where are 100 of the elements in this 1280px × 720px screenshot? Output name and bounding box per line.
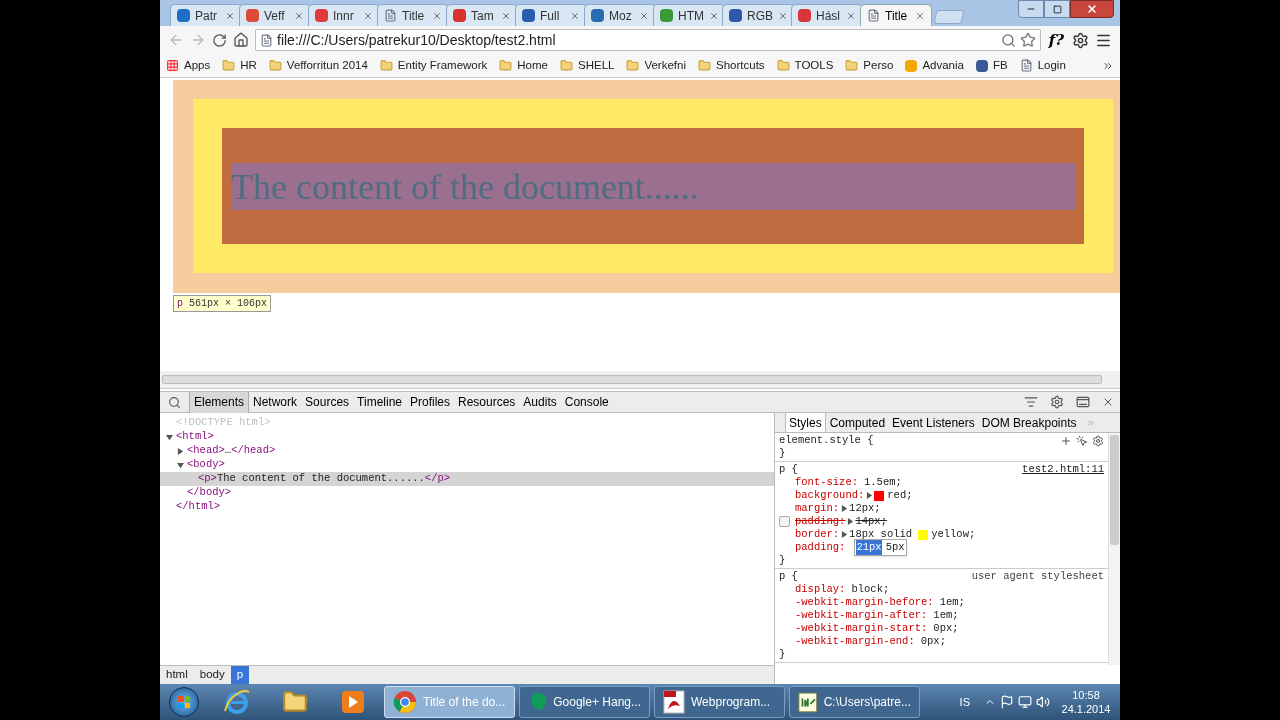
expanded-arrow-icon[interactable]	[176, 461, 184, 469]
close-button[interactable]	[1070, 0, 1114, 18]
taskbar-button[interactable]: Google+ Hang...	[519, 686, 650, 718]
browser-tab[interactable]: Title	[377, 4, 449, 26]
expand-arrow-icon[interactable]	[840, 531, 848, 538]
collapsed-arrow-icon[interactable]	[176, 447, 184, 455]
browser-tab[interactable]: Veff	[239, 4, 311, 26]
browser-tab[interactable]: Hásl	[791, 4, 863, 26]
browser-tab[interactable]: Title	[860, 4, 932, 26]
settings-icon[interactable]	[1072, 31, 1089, 49]
close-icon[interactable]	[915, 10, 925, 21]
page-icon	[384, 9, 397, 22]
bookmark-item[interactable]: Perso	[845, 56, 894, 75]
close-icon[interactable]	[294, 10, 304, 21]
browser-tab[interactable]: Patr	[170, 4, 242, 26]
browser-tab[interactable]: Innr	[308, 4, 380, 26]
breadcrumb-item[interactable]: p	[230, 666, 250, 684]
maximize-icon	[1052, 4, 1062, 14]
breadcrumb-item[interactable]: html	[160, 666, 194, 684]
vertical-scrollbar[interactable]	[1110, 435, 1119, 545]
taskbar-button[interactable]: C:\Users\patre...	[789, 686, 920, 718]
color-swatch[interactable]	[874, 490, 885, 501]
devtools-tab[interactable]: Audits	[519, 391, 561, 413]
add-rule-icon[interactable]	[1060, 434, 1072, 447]
maximize-button[interactable]	[1044, 0, 1070, 18]
breadcrumb-item[interactable]: body	[193, 666, 231, 684]
minimize-button[interactable]	[1018, 0, 1044, 18]
devtools-tab[interactable]: Network	[249, 391, 302, 413]
sidebar-tab[interactable]: Styles	[785, 413, 826, 432]
close-icon[interactable]	[432, 10, 442, 21]
dom-node-line[interactable]: <html>	[176, 429, 214, 445]
browser-tab[interactable]: Full	[515, 4, 587, 26]
bookmark-item[interactable]: Verkefni	[626, 56, 686, 75]
reload-icon[interactable]	[212, 32, 227, 48]
close-icon[interactable]	[709, 10, 719, 21]
css-selector: p {	[779, 461, 798, 477]
element-state-icon[interactable]	[1076, 434, 1088, 447]
devtools-tab[interactable]: Sources	[301, 391, 354, 413]
bookmark-item[interactable]: HR	[222, 56, 257, 75]
bookmark-item[interactable]: Apps	[166, 56, 211, 75]
home-icon[interactable]	[233, 32, 249, 48]
close-icon[interactable]	[363, 10, 373, 21]
horizontal-scrollbar[interactable]	[162, 375, 1102, 384]
console-drawer-icon[interactable]	[1024, 395, 1038, 409]
devtools-tab[interactable]: Elements	[189, 391, 250, 413]
bookmark-item[interactable]: FB	[975, 56, 1008, 75]
settings-icon[interactable]	[1050, 395, 1064, 409]
pdf-icon	[663, 690, 685, 714]
volume-icon[interactable]	[1036, 695, 1050, 709]
browser-tab[interactable]: Moz	[584, 4, 656, 26]
expand-arrow-icon[interactable]	[865, 492, 873, 499]
bookmark-item[interactable]: Entity Framework	[379, 56, 488, 75]
close-icon[interactable]	[1102, 396, 1114, 408]
extension-button[interactable]: f?	[1046, 32, 1066, 48]
bookmark-item[interactable]: Shortcuts	[698, 56, 765, 75]
browser-tab[interactable]: HTM	[653, 4, 725, 26]
devtools-tab[interactable]: Console	[560, 391, 613, 413]
devtools-tab[interactable]: Timeline	[353, 391, 406, 413]
closing-tag: </body>	[187, 485, 232, 501]
close-icon[interactable]	[570, 10, 580, 21]
taskbar-button[interactable]: Webprogram...	[654, 686, 785, 718]
source-link[interactable]: test2.html:11	[1022, 461, 1104, 478]
expand-arrow-icon[interactable]	[846, 518, 854, 525]
close-icon[interactable]	[501, 10, 511, 21]
close-icon[interactable]	[846, 10, 856, 21]
close-icon[interactable]	[639, 10, 649, 21]
settings-icon[interactable]	[1092, 434, 1104, 447]
bookmark-item[interactable]: Home	[499, 56, 548, 75]
bookmark-item[interactable]: Advania	[905, 56, 964, 75]
close-icon[interactable]	[225, 10, 235, 21]
close-icon[interactable]	[778, 10, 788, 21]
bookmark-item[interactable]: SHELL	[560, 56, 615, 75]
devtools-tab[interactable]: Profiles	[406, 391, 454, 413]
bookmark-item[interactable]: Login	[1019, 56, 1066, 75]
value-token[interactable]: 21px	[856, 539, 882, 556]
sidebar-tab[interactable]: DOM Breakpoints	[978, 413, 1080, 432]
dom-node-line[interactable]: <body>	[187, 457, 225, 473]
sidebar-tab[interactable]: Event Listeners	[889, 413, 978, 432]
expanded-arrow-icon[interactable]	[165, 433, 173, 441]
clock[interactable]: 10:58 24.1.2014	[1054, 688, 1118, 716]
expand-arrow-icon[interactable]	[840, 505, 848, 512]
dock-icon[interactable]	[1076, 395, 1090, 409]
flag-icon[interactable]	[1000, 695, 1014, 709]
sidebar-tab[interactable]: Computed	[826, 413, 889, 432]
network-icon[interactable]	[1018, 695, 1032, 709]
inspect-icon[interactable]	[168, 395, 181, 409]
property-checkbox[interactable]	[779, 516, 790, 527]
address-bar[interactable]: file:///C:/Users/patrekur10/Desktop/test2.html	[255, 29, 1041, 51]
color-swatch[interactable]	[918, 529, 929, 540]
folder-icon	[845, 59, 859, 72]
browser-tab[interactable]: RGB	[722, 4, 794, 26]
zoom-icon[interactable]	[1000, 32, 1016, 48]
bookmark-item[interactable]: TOOLS	[776, 56, 834, 75]
dom-node-line[interactable]: <head>…</head>	[187, 443, 276, 459]
css-property-value[interactable]: yellow;	[931, 526, 976, 543]
devtools-tab[interactable]: Resources	[454, 391, 520, 413]
bookmark-star-icon[interactable]	[1019, 32, 1036, 48]
bookmark-item[interactable]: Vefforritun 2014	[268, 56, 368, 75]
language-indicator[interactable]: IS	[959, 693, 970, 711]
browser-tab[interactable]: Tam	[446, 4, 518, 26]
